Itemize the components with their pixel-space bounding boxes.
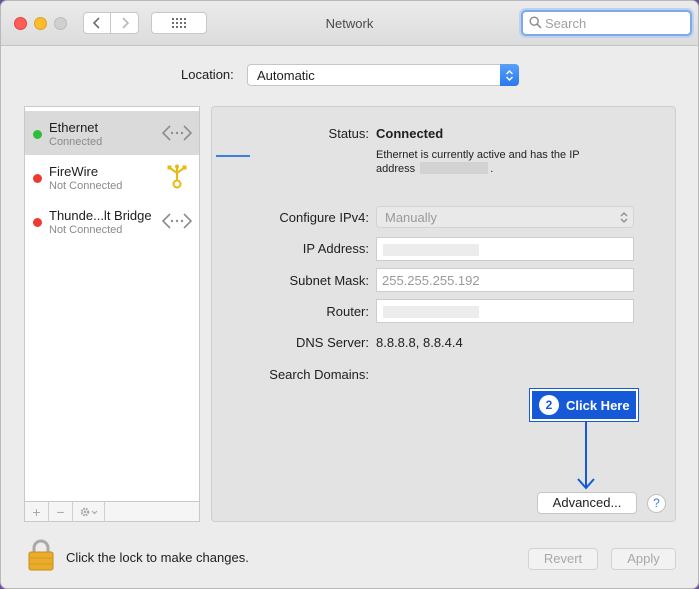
callout-step-number: 2 <box>539 395 559 415</box>
updown-chevron-icon <box>620 212 628 223</box>
lock-message: Click the lock to make changes. <box>66 550 249 565</box>
status-dot <box>33 218 42 227</box>
redacted-router <box>383 306 479 318</box>
status-label: Status: <box>328 126 369 141</box>
revert-button[interactable]: Revert <box>528 548 598 570</box>
apply-button[interactable]: Apply <box>611 548 676 570</box>
network-preferences-window: Network Location: Automatic Ethernet Con… <box>1 1 698 588</box>
dns-server-value: 8.8.8.8, 8.8.4.4 <box>376 335 463 350</box>
add-service-button[interactable]: + <box>25 502 49 521</box>
service-item-ethernet[interactable]: Ethernet Connected <box>25 111 199 155</box>
ethernet-icon <box>161 125 193 141</box>
service-item-thunderbolt-bridge[interactable]: Thunde...lt Bridge Not Connected <box>25 199 199 243</box>
title-bar: Network <box>1 1 698 46</box>
service-status: Connected <box>49 136 103 148</box>
ip-address-label: IP Address: <box>302 241 369 256</box>
redacted-ip <box>420 162 489 174</box>
service-item-firewire[interactable]: FireWire Not Connected <box>25 155 199 199</box>
service-name: FireWire <box>49 164 99 179</box>
service-status: Not Connected <box>49 180 123 192</box>
status-description-end: . <box>490 163 494 175</box>
service-list: Ethernet Connected FireWire Not Connecte… <box>24 106 200 522</box>
lock-icon[interactable] <box>28 539 54 571</box>
router-label: Router: <box>326 304 369 319</box>
status-dot <box>33 130 42 139</box>
search-field[interactable] <box>521 10 692 36</box>
subnet-mask-label: Subnet Mask: <box>289 273 370 288</box>
click-here-callout: 2 Click Here <box>530 389 638 421</box>
router-field[interactable] <box>376 299 634 323</box>
service-name: Thunde...lt Bridge <box>49 208 152 223</box>
redacted-ip-address <box>383 244 479 256</box>
status-indicator-line <box>216 155 250 157</box>
search-domains-label: Search Domains: <box>269 367 369 382</box>
updown-chevron-icon <box>500 64 519 86</box>
service-status: Not Connected <box>49 224 123 236</box>
gear-icon <box>80 507 97 516</box>
configure-ipv4-select[interactable]: Manually <box>376 206 634 228</box>
status-description-address: address <box>376 163 416 175</box>
location-label: Location: <box>181 67 234 82</box>
firewire-icon <box>167 164 187 189</box>
search-input[interactable] <box>545 14 685 32</box>
location-select[interactable]: Automatic <box>247 64 519 86</box>
service-name: Ethernet <box>49 120 99 135</box>
action-menu-button[interactable] <box>73 502 105 521</box>
status-description: Ethernet is currently active and has the… <box>376 148 626 176</box>
advanced-button[interactable]: Advanced... <box>537 492 637 514</box>
ip-address-field[interactable] <box>376 237 634 261</box>
status-value: Connected <box>376 126 444 141</box>
configure-ipv4-label: Configure IPv4: <box>279 210 369 225</box>
subnet-mask-field[interactable]: 255.255.255.192 <box>376 268 634 292</box>
status-description-line: Ethernet is currently active and has the… <box>376 149 580 161</box>
search-icon <box>529 16 542 29</box>
callout-text: Click Here <box>566 397 630 413</box>
subnet-mask-value: 255.255.255.192 <box>382 273 480 288</box>
remove-service-button[interactable]: − <box>49 502 73 521</box>
thunderbolt-bridge-icon <box>161 213 193 229</box>
service-list-toolbar: + − <box>24 501 200 522</box>
location-value: Automatic <box>257 68 315 83</box>
dns-server-label: DNS Server: <box>296 335 369 350</box>
arrow-down-icon <box>577 421 595 490</box>
status-dot <box>33 174 42 183</box>
configure-ipv4-value: Manually <box>385 210 438 225</box>
help-button[interactable]: ? <box>647 494 666 513</box>
